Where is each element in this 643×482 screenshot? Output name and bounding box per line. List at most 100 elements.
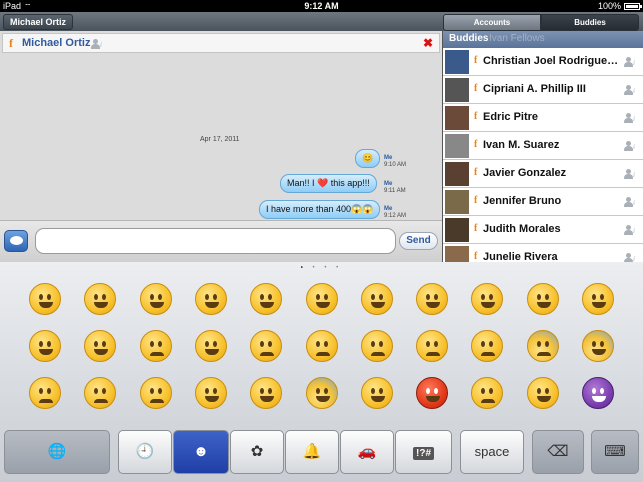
chat-bubble-icon[interactable] xyxy=(4,230,28,252)
avatar xyxy=(445,218,469,242)
buddy-info-icon[interactable]: i xyxy=(624,57,636,67)
emoji-key[interactable] xyxy=(471,330,504,362)
message-time: 9:12 AM xyxy=(384,213,407,219)
facebook-icon: f xyxy=(474,195,478,206)
emoji-key[interactable] xyxy=(29,283,61,315)
emoji-key[interactable] xyxy=(250,330,283,362)
buddy-info-icon[interactable]: i xyxy=(624,197,636,207)
buddy-info-icon[interactable]: i xyxy=(624,85,636,95)
facebook-icon: f xyxy=(474,251,478,262)
delete-key[interactable]: ⌫ xyxy=(532,430,584,474)
dismiss-keyboard-key[interactable]: ⌨ xyxy=(591,430,639,474)
emoji-key[interactable] xyxy=(416,377,449,409)
space-key[interactable]: space xyxy=(460,430,524,474)
contact-info-icon[interactable]: i xyxy=(91,39,103,49)
buddy-info-icon[interactable]: i xyxy=(624,253,636,262)
emoji-key[interactable] xyxy=(29,377,61,409)
buddy-row[interactable]: f Christian Joel Rodriguez… i xyxy=(443,48,643,76)
message-input[interactable] xyxy=(35,228,396,254)
emoji-key[interactable] xyxy=(526,330,559,362)
avatar xyxy=(445,162,469,186)
emoji-key[interactable] xyxy=(84,377,117,409)
message-meta: Me 9:10 AM xyxy=(384,155,406,169)
emoji-key[interactable] xyxy=(250,283,283,315)
globe-icon: 🌐 xyxy=(47,443,67,460)
emoji-key[interactable] xyxy=(139,377,172,409)
buddy-row[interactable]: f Junelie Rivera i xyxy=(443,244,643,262)
emoji-key[interactable] xyxy=(360,330,393,362)
emoji-key[interactable] xyxy=(582,283,614,315)
buddy-name: Judith Morales xyxy=(483,223,561,235)
message-meta: Me 9:12 AM xyxy=(384,206,406,220)
buddy-info-icon[interactable]: i xyxy=(624,141,636,151)
buddy-info-icon[interactable]: i xyxy=(624,113,636,123)
symbols-label: !?# xyxy=(413,447,434,460)
message-bubble: Man!! I ❤️ this app!!! xyxy=(280,174,377,193)
buddy-row[interactable]: f Javier Gonzalez i xyxy=(443,160,643,188)
buddies-title: Buddies xyxy=(449,33,489,44)
bell-icon: 🔔 xyxy=(302,443,322,460)
message-sender: Me xyxy=(384,155,393,161)
emoji-key[interactable] xyxy=(305,330,338,362)
emoji-key[interactable] xyxy=(250,377,283,409)
buddy-info-icon[interactable]: i xyxy=(624,225,636,235)
recent-key[interactable]: 🕘 xyxy=(118,430,172,474)
chat-header: f Michael Ortiz i ✖ xyxy=(2,33,440,53)
tab-buddies[interactable]: Buddies xyxy=(541,14,639,31)
emoji-key[interactable] xyxy=(29,330,61,362)
avatar xyxy=(445,190,469,214)
top-bar: Michael Ortiz Accounts Buddies xyxy=(0,12,643,31)
send-button[interactable]: Send xyxy=(399,232,438,250)
close-chat-icon[interactable]: ✖ xyxy=(423,36,433,50)
emoji-key[interactable] xyxy=(84,330,117,362)
symbols-key[interactable]: !?# xyxy=(395,430,452,474)
objects-key[interactable]: 🔔 xyxy=(285,430,339,474)
globe-key[interactable]: 🌐 xyxy=(4,430,110,474)
smileys-key[interactable]: ☻ xyxy=(173,430,229,474)
emoji-key[interactable] xyxy=(305,377,338,409)
message-time: 9:11 AM xyxy=(384,188,406,194)
buddy-row[interactable]: f Cipriani A. Phillip III i xyxy=(443,76,643,104)
buddy-name: Edric Pitre xyxy=(483,111,539,123)
buddy-name: Javier Gonzalez xyxy=(483,167,567,179)
battery-icon xyxy=(624,3,642,10)
emoji-key[interactable] xyxy=(416,283,449,315)
emoji-key[interactable] xyxy=(194,377,227,409)
emoji-key[interactable] xyxy=(139,283,172,315)
facebook-icon: f xyxy=(474,55,478,66)
message-bubble: 😊 xyxy=(355,149,381,168)
tab-accounts[interactable]: Accounts xyxy=(443,14,541,31)
emoji-key[interactable] xyxy=(582,377,614,409)
emoji-key[interactable] xyxy=(526,283,559,315)
emoji-key[interactable] xyxy=(416,330,449,362)
emoji-key[interactable] xyxy=(194,283,227,315)
buddy-row[interactable]: f Judith Morales i xyxy=(443,216,643,244)
emoji-key[interactable] xyxy=(84,283,117,315)
buddy-row[interactable]: f Ivan M. Suarez i xyxy=(443,132,643,160)
buddy-info-icon[interactable]: i xyxy=(624,169,636,179)
emoji-key[interactable] xyxy=(139,330,172,362)
car-icon: 🚗 xyxy=(357,443,377,460)
message-bubble: I have more than 400😱😱 xyxy=(259,200,381,219)
avatar xyxy=(445,246,469,262)
emoji-key[interactable] xyxy=(194,330,227,362)
clock-icon: 🕘 xyxy=(135,443,155,460)
flower-icon: ✿ xyxy=(250,443,264,460)
battery-percent: 100% xyxy=(597,1,621,11)
scrolled-buddy-name: Ivan Fellows xyxy=(489,33,545,44)
buddy-row[interactable]: f Jennifer Bruno i xyxy=(443,188,643,216)
emoji-key[interactable] xyxy=(305,283,338,315)
emoji-key[interactable] xyxy=(471,377,504,409)
emoji-key[interactable] xyxy=(360,377,393,409)
emoji-key[interactable] xyxy=(526,377,559,409)
emoji-key[interactable] xyxy=(360,283,393,315)
nature-key[interactable]: ✿ xyxy=(230,430,284,474)
buddies-panel: Buddies Ivan Fellows f Christian Joel Rod… xyxy=(442,31,643,262)
emoji-key[interactable] xyxy=(471,283,504,315)
places-key[interactable]: 🚗 xyxy=(340,430,394,474)
status-bar: iPad ⌔ 9:12 AM 100% xyxy=(0,0,643,12)
buddy-row[interactable]: f Edric Pitre i xyxy=(443,104,643,132)
emoji-key[interactable] xyxy=(582,330,614,362)
buddy-name: Christian Joel Rodriguez… xyxy=(483,55,619,67)
chat-window-tab[interactable]: Michael Ortiz xyxy=(3,14,74,30)
